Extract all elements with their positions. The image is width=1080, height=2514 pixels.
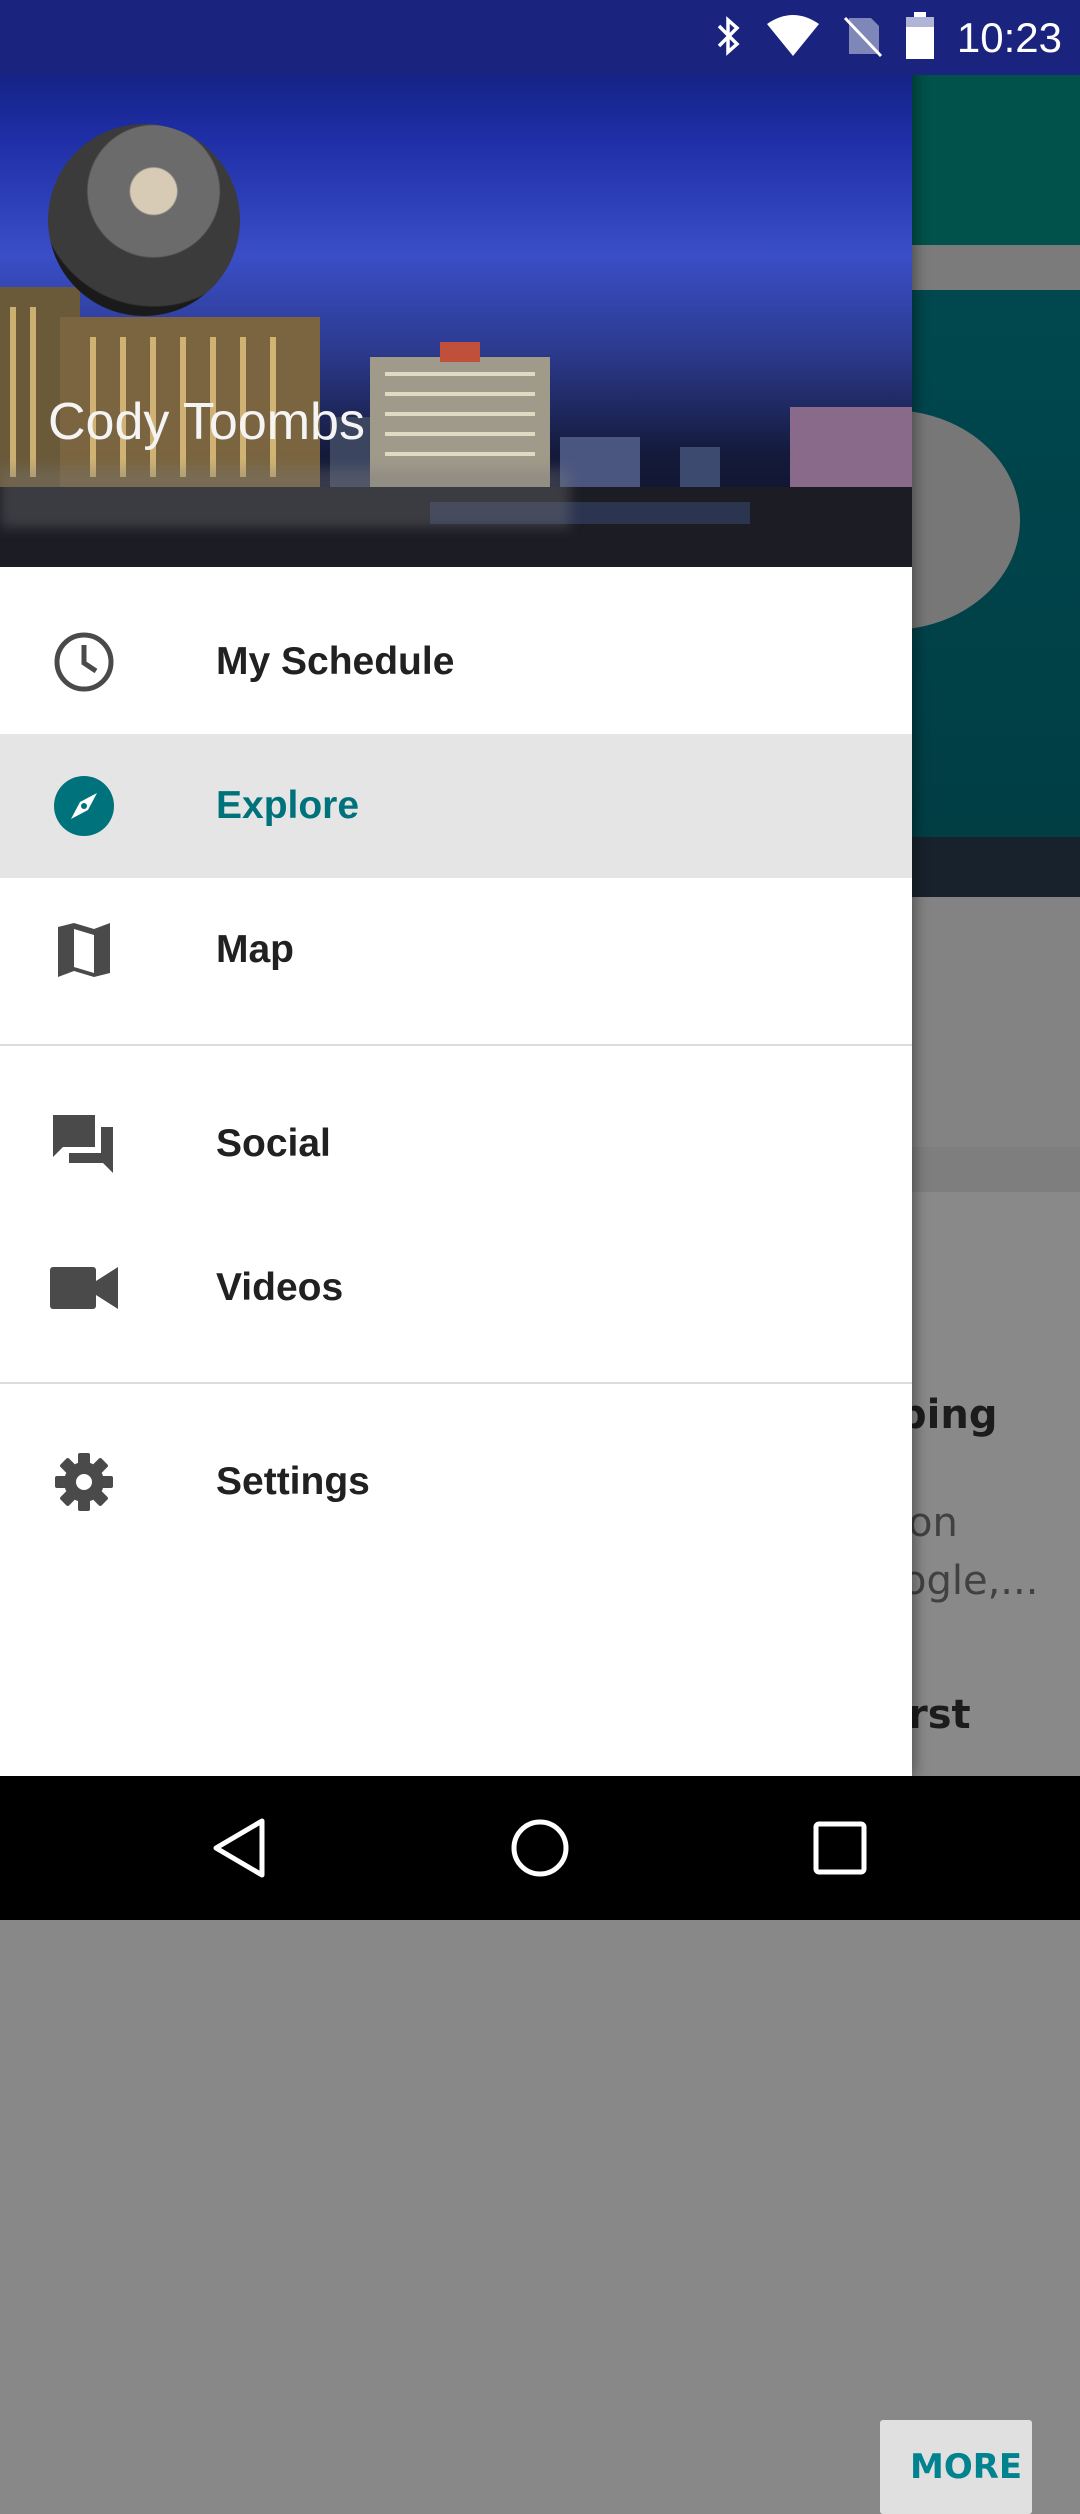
system-navigation-bar	[0, 1776, 1080, 1920]
gear-icon	[50, 1452, 118, 1512]
menu-item-social[interactable]: Social	[0, 1072, 912, 1216]
compass-icon	[50, 776, 118, 836]
menu-item-settings[interactable]: Settings	[0, 1410, 912, 1554]
drawer-header: Cody Toombs	[0, 0, 912, 567]
status-time: 10:23	[956, 13, 1062, 61]
clock-icon	[50, 632, 118, 692]
menu-item-label: Map	[216, 928, 294, 971]
menu-item-map[interactable]: Map	[0, 878, 912, 1022]
bluetooth-icon	[713, 14, 743, 62]
recents-icon[interactable]	[804, 1812, 876, 1884]
videocam-icon	[50, 1258, 118, 1318]
no-sim-icon	[843, 14, 883, 62]
menu-item-label: Social	[216, 1122, 331, 1165]
menu-item-label: Settings	[216, 1460, 370, 1503]
home-icon[interactable]	[504, 1812, 576, 1884]
back-icon[interactable]	[204, 1812, 276, 1884]
user-avatar[interactable]	[48, 124, 240, 316]
drawer-menu: My Schedule Explore Map Social Videos Se…	[0, 590, 912, 1554]
wifi-icon	[765, 14, 821, 62]
user-name: Cody Toombs	[48, 393, 365, 451]
navigation-drawer: Cody Toombs My Schedule Explore Map Soci…	[0, 0, 912, 1776]
user-email-redacted	[0, 468, 570, 528]
forum-icon	[50, 1114, 118, 1174]
menu-item-explore[interactable]: Explore	[0, 734, 912, 878]
status-bar: 10:23	[0, 0, 1080, 75]
menu-item-label: Videos	[216, 1266, 344, 1309]
more-button[interactable]: MORE	[880, 2420, 1032, 2514]
menu-divider	[0, 1044, 912, 1046]
menu-item-label: My Schedule	[216, 640, 455, 683]
map-icon	[50, 920, 118, 980]
menu-item-label: Explore	[216, 784, 360, 827]
battery-icon	[905, 11, 935, 64]
menu-divider	[0, 1382, 912, 1384]
more-button-label: MORE	[910, 2447, 1023, 2487]
menu-item-videos[interactable]: Videos	[0, 1216, 912, 1360]
menu-item-my-schedule[interactable]: My Schedule	[0, 590, 912, 734]
